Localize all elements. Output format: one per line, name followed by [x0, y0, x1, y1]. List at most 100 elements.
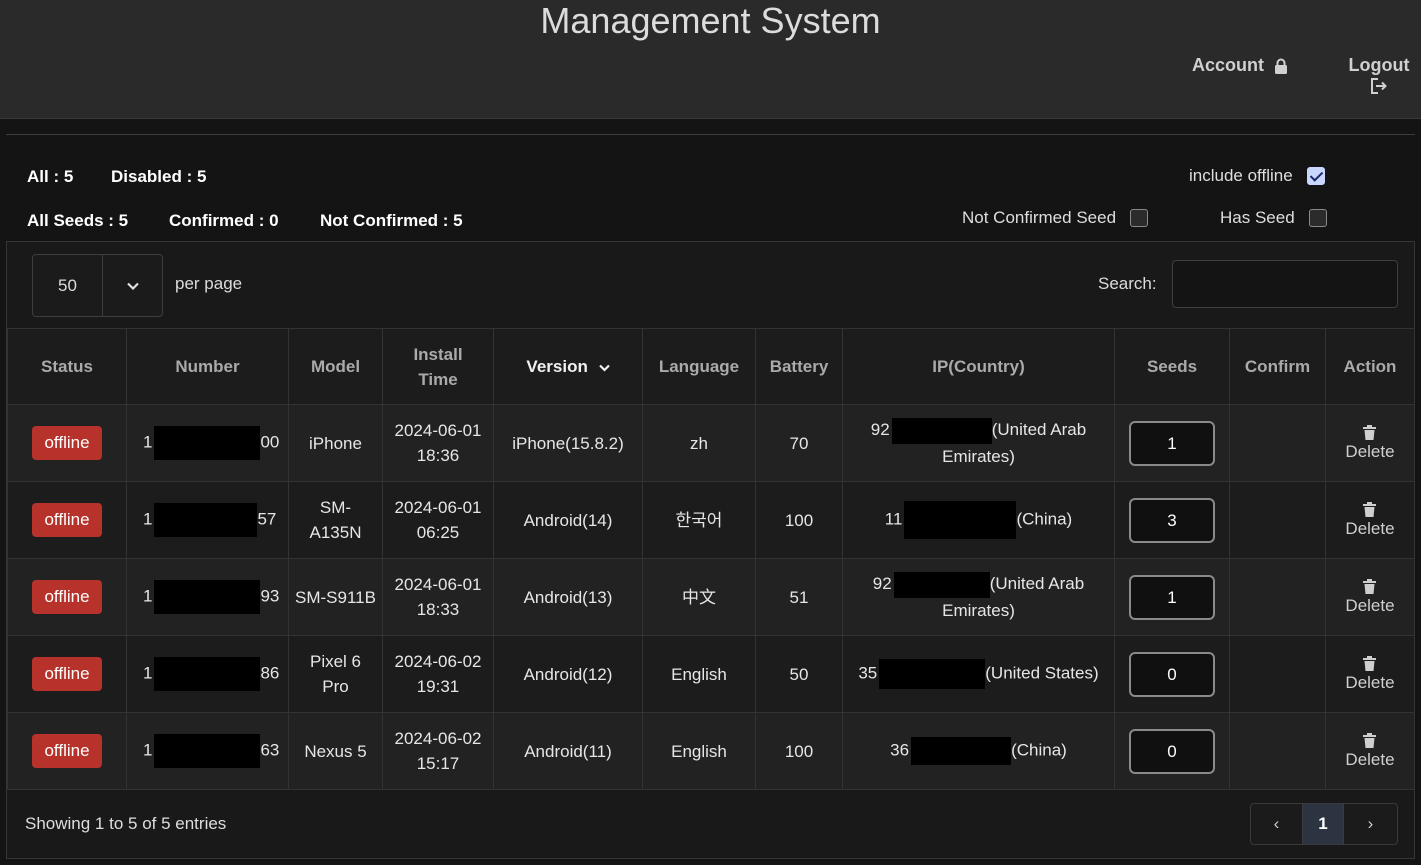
language-cell: 中文	[642, 558, 756, 636]
version-header-label: Version	[526, 357, 588, 376]
number-prefix: 1	[143, 586, 153, 606]
ip-prefix: 36	[890, 740, 910, 760]
version-cell: Android(14)	[493, 481, 643, 559]
column-header-ip-country[interactable]: IP(Country)	[842, 328, 1115, 405]
seeds-count-button[interactable]: 0	[1129, 728, 1215, 774]
language-cell: 한국어	[642, 481, 756, 559]
column-header-number[interactable]: Number	[126, 328, 289, 405]
page-title: Management System	[540, 0, 881, 41]
table-row: offline 1 86 Pixel 6 Pro 2024-06-02 19:31…	[7, 635, 1415, 713]
include-offline-option[interactable]: include offline	[1189, 166, 1325, 186]
account-link[interactable]: Account	[1192, 55, 1288, 76]
delete-button[interactable]: Delete	[1345, 579, 1395, 618]
chevron-down-icon[interactable]	[103, 255, 162, 316]
seeds-count-button[interactable]: 3	[1129, 497, 1215, 543]
search-input[interactable]	[1172, 260, 1398, 308]
column-header-version[interactable]: Version	[493, 328, 643, 405]
version-cell: Android(13)	[493, 558, 643, 636]
seeds-cell: 0	[1114, 635, 1230, 713]
pagination: ‹ 1 ›	[1250, 803, 1398, 845]
previous-page-button[interactable]: ‹	[1251, 804, 1303, 844]
status-cell: offline	[7, 635, 127, 713]
column-header-battery[interactable]: Battery	[755, 328, 843, 405]
action-cell: Delete	[1325, 712, 1415, 790]
redaction-block	[154, 734, 261, 768]
seeds-count-button[interactable]: 1	[1129, 574, 1215, 620]
not-confirmed-seed-label: Not Confirmed Seed	[962, 208, 1117, 227]
confirm-cell	[1229, 481, 1326, 559]
account-label: Account	[1192, 55, 1264, 75]
page-length-select[interactable]: 50	[32, 254, 163, 317]
include-offline-checkbox[interactable]	[1306, 167, 1325, 185]
stat-confirmed: Confirmed : 0	[169, 211, 279, 230]
number-cell: 1 57	[126, 481, 289, 559]
number-prefix: 1	[143, 432, 153, 452]
has-seed-checkbox[interactable]	[1308, 209, 1327, 227]
column-header-status[interactable]: Status	[7, 328, 127, 405]
column-header-model[interactable]: Model	[288, 328, 383, 405]
table-info: Showing 1 to 5 of 5 entries	[25, 814, 227, 833]
column-header-install-time[interactable]: Install Time	[382, 328, 494, 405]
seeds-cell: 1	[1114, 558, 1230, 636]
status-badge: offline	[32, 657, 102, 691]
number-cell: 1 86	[126, 635, 289, 713]
column-header-seeds[interactable]: Seeds	[1114, 328, 1230, 405]
lock-icon	[1275, 58, 1287, 74]
not-confirmed-seed-checkbox[interactable]	[1130, 209, 1149, 227]
seeds-cell: 3	[1114, 481, 1230, 559]
ip-country-cell: 36 (China)	[842, 712, 1115, 790]
redaction-block	[891, 417, 992, 444]
ip-country: (China)	[1011, 740, 1067, 760]
sort-desc-icon	[598, 364, 610, 372]
stat-all: All : 5	[27, 167, 74, 186]
include-offline-label: include offline	[1189, 166, 1293, 185]
status-cell: offline	[7, 712, 127, 790]
stat-not-confirmed: Not Confirmed : 5	[320, 211, 463, 230]
logout-link[interactable]: Logout	[1347, 55, 1411, 94]
seeds-count-button[interactable]: 1	[1129, 420, 1215, 466]
column-header-confirm[interactable]: Confirm	[1229, 328, 1326, 405]
table-row: offline 1 57 SM-A135N 2024-06-01 06:25 An…	[7, 481, 1415, 559]
delete-label: Delete	[1345, 673, 1395, 692]
search-label: Search:	[1098, 274, 1157, 293]
status-badge: offline	[32, 426, 102, 460]
ip-prefix: 11	[884, 509, 903, 529]
status-cell: offline	[7, 481, 127, 559]
delete-button[interactable]: Delete	[1345, 502, 1395, 541]
logout-label: Logout	[1348, 55, 1410, 75]
number-prefix: 1	[143, 509, 153, 529]
next-page-button[interactable]: ›	[1344, 804, 1397, 844]
redaction-block	[893, 571, 990, 598]
stat-disabled: Disabled : 5	[111, 167, 207, 186]
delete-label: Delete	[1345, 750, 1395, 769]
number-suffix: 86	[260, 663, 280, 683]
column-header-action[interactable]: Action	[1325, 328, 1415, 405]
confirm-cell	[1229, 558, 1326, 636]
number-cell: 1 00	[126, 404, 289, 482]
battery-cell: 50	[755, 635, 843, 713]
delete-button[interactable]: Delete	[1345, 425, 1395, 464]
delete-button[interactable]: Delete	[1345, 733, 1395, 772]
not-confirmed-seed-option[interactable]: Not Confirmed Seed	[962, 208, 1149, 228]
devices-table: Status Number Model Install Time Version…	[7, 328, 1415, 790]
column-header-language[interactable]: Language	[642, 328, 756, 405]
number-suffix: 93	[260, 586, 280, 606]
install-time-cell: 2024-06-01 06:25	[382, 481, 494, 559]
has-seed-option[interactable]: Has Seed	[1220, 208, 1327, 228]
table-row: offline 1 00 iPhone 2024-06-01 18:36 iPho…	[7, 404, 1415, 482]
model-cell: iPhone	[288, 404, 383, 482]
status-badge: offline	[32, 580, 102, 614]
seeds-count-button[interactable]: 0	[1129, 651, 1215, 697]
status-badge: offline	[32, 503, 102, 537]
delete-label: Delete	[1345, 442, 1395, 461]
action-cell: Delete	[1325, 404, 1415, 482]
page-1-button[interactable]: 1	[1303, 804, 1344, 844]
ip-prefix: 92	[872, 574, 892, 594]
status-cell: offline	[7, 404, 127, 482]
redaction-block	[154, 503, 258, 537]
number-prefix: 1	[143, 663, 153, 683]
trash-icon	[1363, 502, 1377, 517]
delete-button[interactable]: Delete	[1345, 656, 1395, 695]
action-cell: Delete	[1325, 481, 1415, 559]
trash-icon	[1363, 425, 1377, 440]
